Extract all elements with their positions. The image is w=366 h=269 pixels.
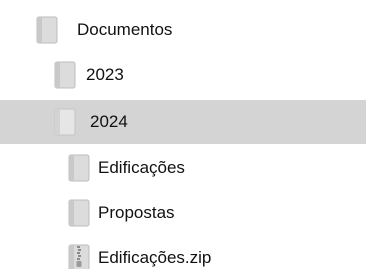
tree-item-label: Edificações bbox=[98, 158, 185, 177]
tree-item-edificacoes[interactable]: Edificações bbox=[0, 146, 366, 190]
tree-item-label: 2024 bbox=[90, 112, 128, 131]
tree-item-2024[interactable]: 2024 bbox=[0, 100, 366, 144]
file-tree: Documentos 2023 2024 Edificações Propost… bbox=[0, 0, 366, 269]
tree-item-label: Edificações.zip bbox=[98, 248, 212, 267]
tree-item-label: Propostas bbox=[98, 203, 175, 222]
zip-file-icon bbox=[68, 244, 90, 269]
tree-item-label: 2023 bbox=[86, 65, 124, 84]
folder-icon bbox=[54, 108, 76, 136]
folder-icon bbox=[68, 154, 90, 182]
tree-item-propostas[interactable]: Propostas bbox=[0, 191, 366, 235]
folder-icon bbox=[36, 16, 58, 44]
tree-item-documentos[interactable]: Documentos bbox=[0, 8, 366, 52]
folder-icon bbox=[54, 61, 76, 89]
folder-icon bbox=[68, 199, 90, 227]
tree-item-edificacoes-zip[interactable]: Edificações.zip bbox=[0, 236, 366, 269]
tree-item-label: Documentos bbox=[77, 20, 173, 39]
tree-item-2023[interactable]: 2023 bbox=[0, 53, 366, 97]
